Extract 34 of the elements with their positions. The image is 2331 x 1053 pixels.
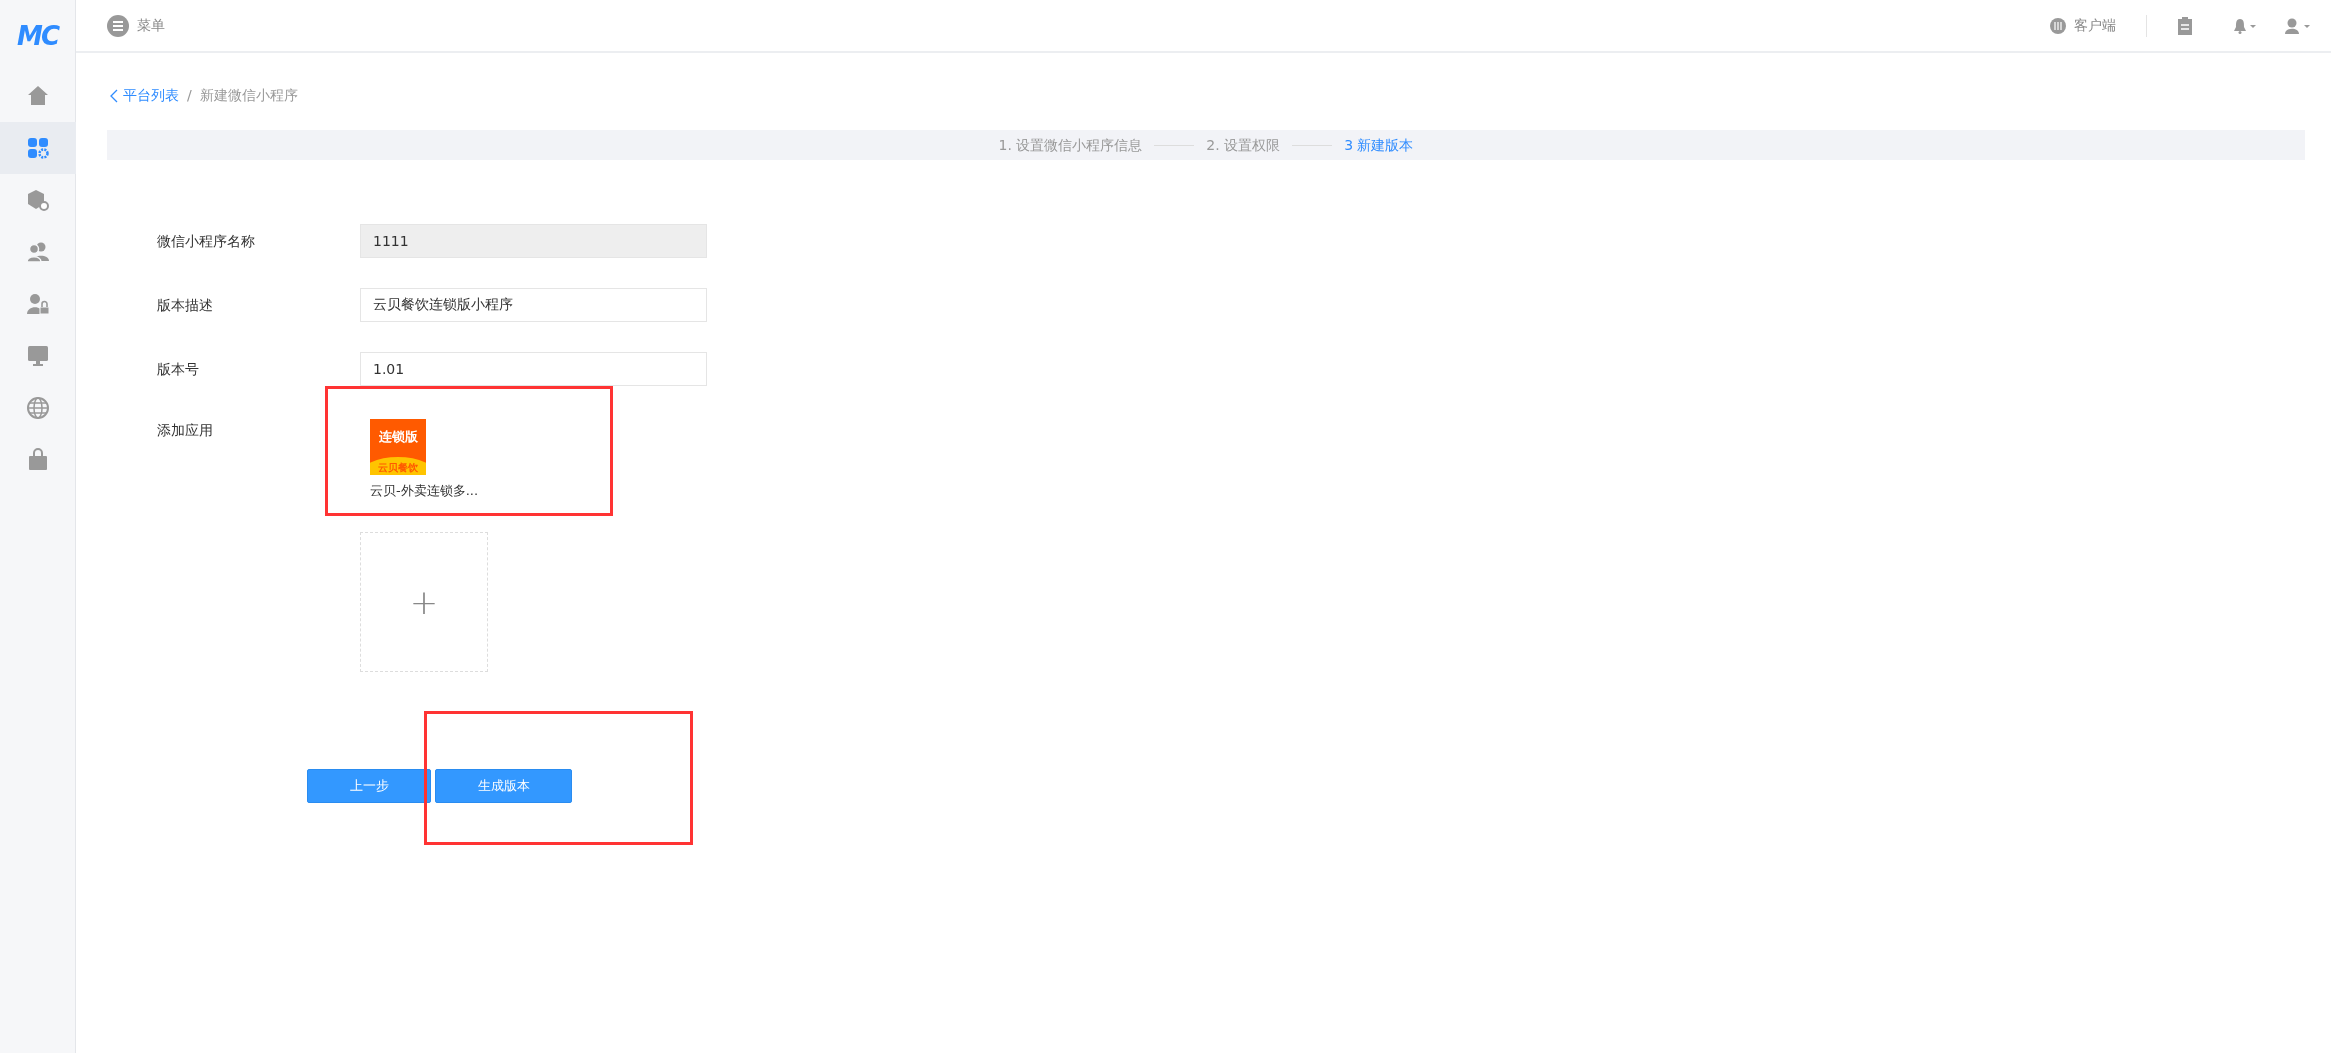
- users-icon: [25, 240, 50, 264]
- back-chevron-icon[interactable]: [109, 89, 119, 103]
- generate-version-button[interactable]: 生成版本: [435, 769, 572, 803]
- box-gear-icon: [25, 188, 50, 212]
- clipboard-icon[interactable]: [2177, 16, 2193, 35]
- field-label: 版本描述: [156, 295, 214, 315]
- previous-step-button[interactable]: 上一步: [307, 769, 431, 803]
- user-icon[interactable]: [2285, 17, 2311, 34]
- sliders-icon[interactable]: [2050, 17, 2066, 34]
- globe-icon: [25, 396, 50, 420]
- field-label: 添加应用: [156, 421, 214, 440]
- breadcrumb-current: 新建微信小程序: [199, 87, 298, 103]
- add-app-button[interactable]: +: [360, 532, 488, 672]
- breadcrumb-link[interactable]: 平台列表: [123, 87, 179, 103]
- field-label: 版本号: [156, 359, 200, 379]
- client-label[interactable]: 客户端: [2074, 15, 2116, 36]
- step-label: 3 新建版本: [1344, 135, 1414, 155]
- field-label: 微信小程序名称: [156, 231, 256, 251]
- menu-icon[interactable]: [107, 14, 129, 37]
- logo-title: 连锁版: [378, 429, 418, 445]
- step-label: 2. 设置权限: [1206, 135, 1281, 155]
- step-label: 1. 设置微信小程序信息: [998, 135, 1143, 155]
- input-field[interactable]: 1.01: [360, 352, 707, 386]
- breadcrumb-separator: /: [187, 87, 192, 103]
- menu-label[interactable]: 菜单: [137, 15, 165, 36]
- bell-icon[interactable]: [2233, 17, 2257, 34]
- sidebar-item[interactable]: [0, 122, 76, 174]
- input-field[interactable]: 云贝餐饮连锁版小程序: [360, 288, 707, 322]
- monitor-icon: [25, 344, 50, 368]
- user-lock-icon: [25, 292, 50, 316]
- logo: MC: [17, 19, 58, 53]
- apps-gear-icon: [25, 136, 50, 160]
- app-name: 云贝-外卖连锁多...: [370, 482, 479, 500]
- logo-subtitle: 云贝餐饮: [377, 462, 419, 474]
